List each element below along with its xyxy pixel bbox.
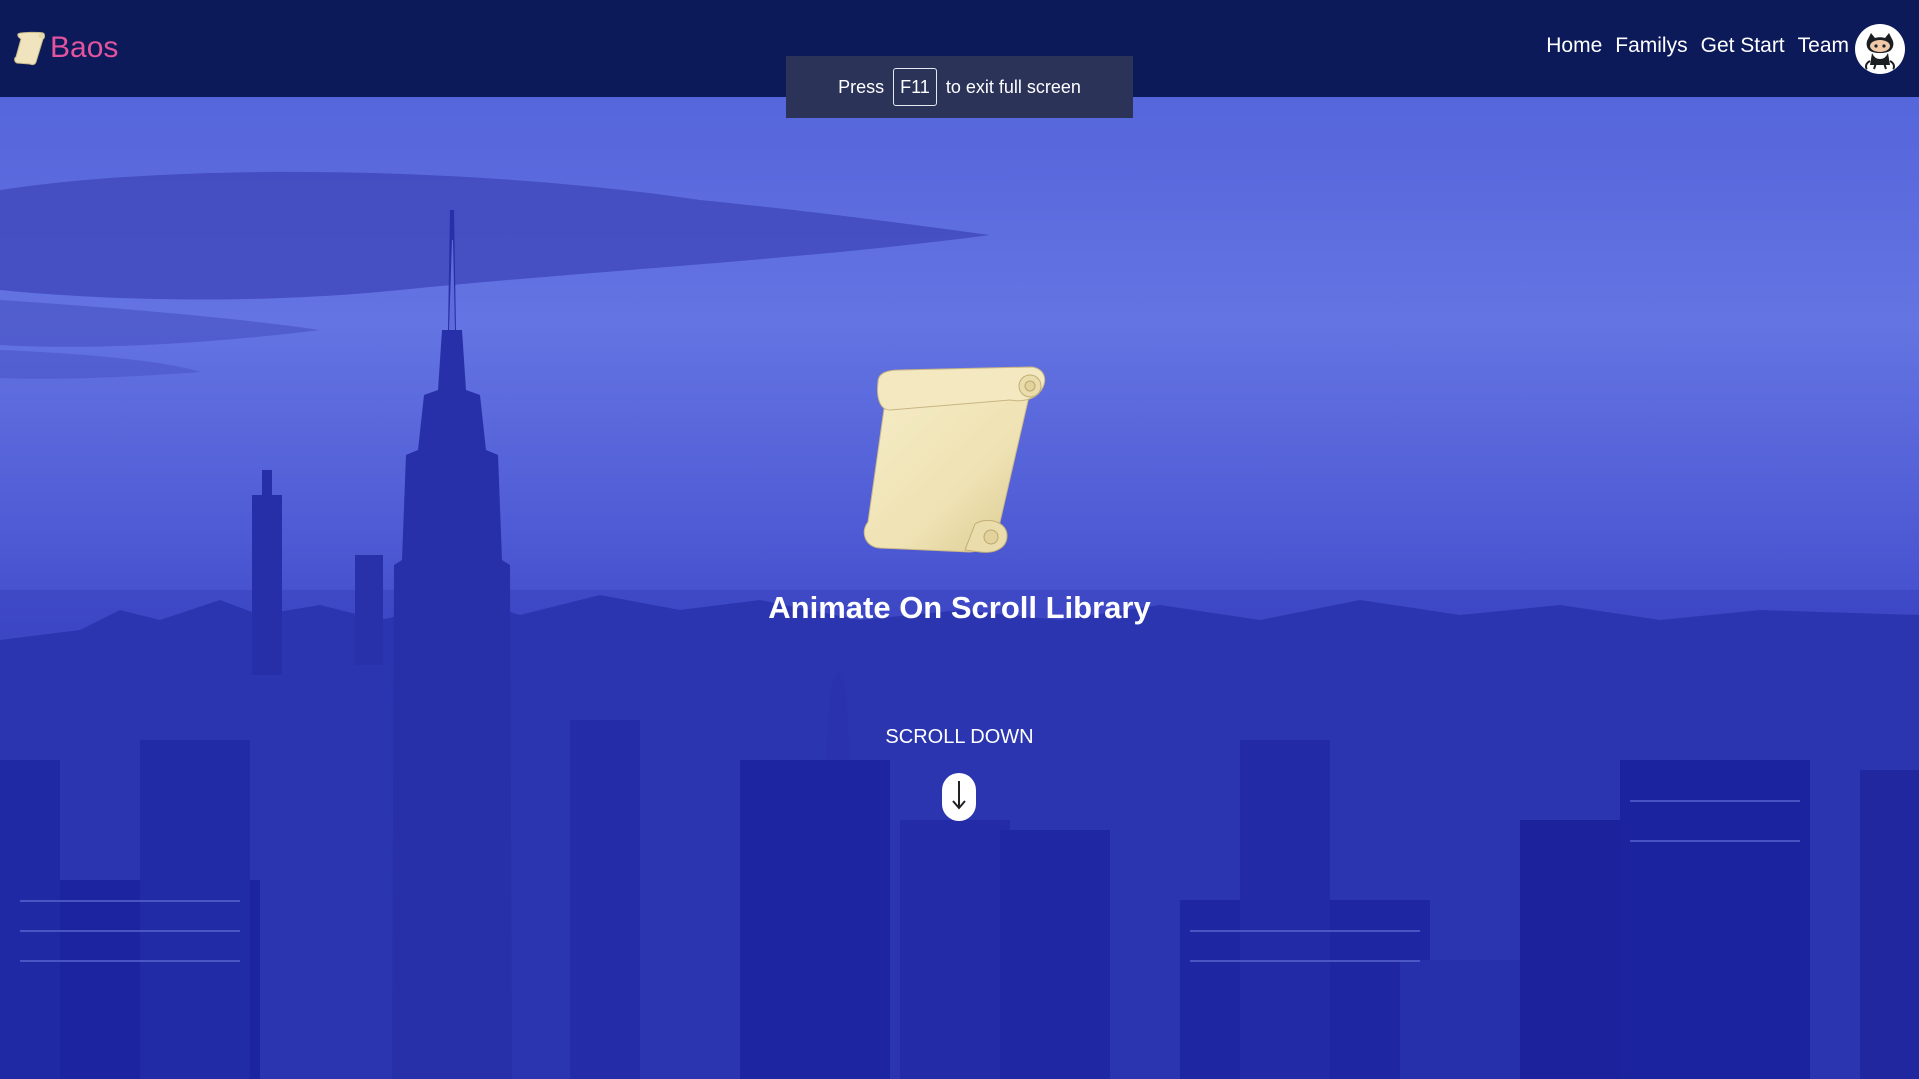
arrow-down-icon [949,777,969,818]
scroll-down-label: SCROLL DOWN [885,726,1034,748]
scroll-icon [860,362,1055,560]
brand-link[interactable]: Baos [10,26,118,70]
nav-link-home[interactable]: Home [1546,34,1602,58]
fullscreen-notice: Press F11 to exit full screen [786,56,1133,118]
nav-links: Home Familys Get Start Team [1546,34,1849,58]
octocat-icon[interactable] [1855,24,1905,74]
nav-link-familys[interactable]: Familys [1615,34,1687,58]
fullscreen-notice-prefix: Press [838,76,885,97]
nav-link-get-start[interactable]: Get Start [1701,34,1785,58]
brand-name: Baos [50,31,119,64]
fullscreen-notice-suffix: to exit full screen [945,76,1081,97]
f11-key-badge: F11 [893,68,937,106]
hero-title: Animate On Scroll Library [768,590,1151,625]
nav-link-team[interactable]: Team [1798,34,1849,58]
scroll-down-button[interactable] [942,773,976,821]
scroll-icon [10,28,50,68]
